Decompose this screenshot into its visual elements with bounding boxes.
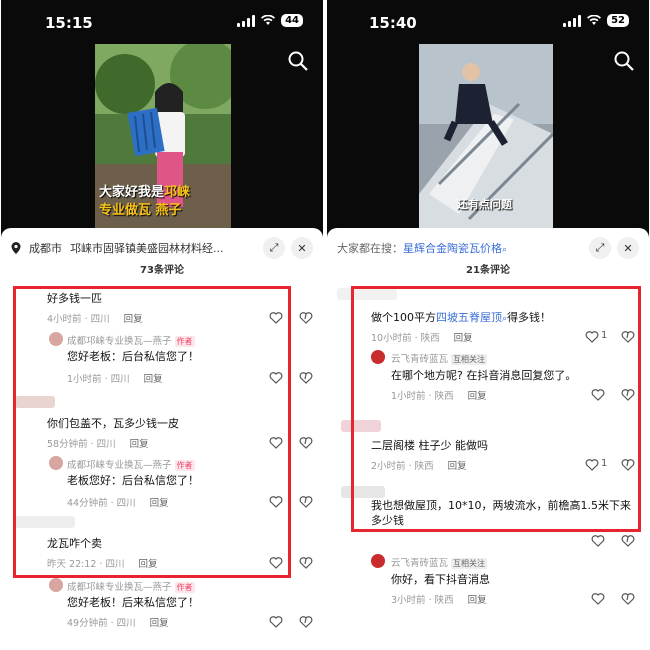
video-thumbnail[interactable]: 还有点问题 bbox=[419, 44, 553, 232]
reply-item: 成都邛崃专业换瓦—燕子 作者 您好老板！后来私信您了！ 49分钟前 · 四川 回复 bbox=[1, 574, 323, 630]
battery-icon: 52 bbox=[607, 14, 629, 27]
heart-icon[interactable] bbox=[269, 615, 283, 629]
location-city: 成都市 bbox=[29, 242, 62, 255]
avatar bbox=[371, 554, 385, 568]
expand-icon[interactable]: ⤢ bbox=[263, 237, 285, 259]
dislike-icon[interactable] bbox=[621, 592, 635, 606]
right-screenshot: 15:40 52 还有点问题 大家都在搜：星辉合金陶瓷瓦价格⌕ ⤢ ✕ 21条评… bbox=[327, 0, 649, 650]
location-pin-icon bbox=[11, 242, 21, 254]
dislike-icon[interactable] bbox=[621, 534, 635, 548]
reply-author: 成都邛崃专业换瓦—燕子 作者 bbox=[67, 582, 195, 593]
reply-button[interactable]: 回复 bbox=[468, 595, 487, 606]
dislike-icon[interactable] bbox=[299, 436, 313, 450]
location-detail: 邛崃市固驿镇美盛园林材料经... bbox=[70, 242, 224, 255]
comment-count: 73条评论 bbox=[140, 265, 184, 276]
author-tag: 作者 bbox=[174, 582, 195, 593]
dislike-icon[interactable] bbox=[299, 371, 313, 385]
battery-icon: 44 bbox=[281, 14, 303, 27]
dislike-icon[interactable] bbox=[299, 311, 313, 325]
expand-icon[interactable]: ⤢ bbox=[589, 237, 611, 259]
reply-text: 你好，看下抖音消息 bbox=[391, 573, 490, 586]
video-thumbnail[interactable]: 大家好我是邛崃 专业做瓦 燕子 bbox=[95, 44, 231, 232]
search-icon[interactable] bbox=[613, 50, 635, 72]
wifi-icon bbox=[261, 15, 276, 25]
search-suggestion: 大家都在搜：星辉合金陶瓷瓦价格⌕ bbox=[337, 242, 508, 255]
status-icons: 44 bbox=[237, 14, 303, 27]
reply-item: 云飞青砖蓝瓦 互相关注 你好，看下抖音消息 3小时前 · 陕西 回复 bbox=[327, 550, 649, 606]
close-icon[interactable]: ✕ bbox=[291, 237, 313, 259]
video-subtitle: 还有点问题 bbox=[457, 198, 512, 211]
status-icons: 52 bbox=[563, 14, 629, 27]
highlight-box bbox=[351, 286, 641, 532]
dislike-icon[interactable] bbox=[299, 615, 313, 629]
status-time: 15:15 bbox=[45, 14, 93, 32]
signal-icon bbox=[563, 14, 582, 27]
reply-button[interactable]: 回复 bbox=[150, 618, 169, 629]
reply-meta: 3小时前 · 陕西 回复 bbox=[391, 595, 487, 606]
close-icon[interactable]: ✕ bbox=[617, 237, 639, 259]
search-icon[interactable] bbox=[287, 50, 309, 72]
location-bar[interactable]: 成都市 邛崃市固驿镇美盛园林材料经... ⤢ ✕ bbox=[11, 236, 313, 260]
left-screenshot: 15:15 44 大家好我是邛崃 专业做瓦 燕子 成都市 邛崃市固驿镇美盛园林材… bbox=[1, 0, 323, 650]
reply-meta: 49分钟前 · 四川 回复 bbox=[67, 618, 169, 629]
search-suggestion-bar[interactable]: 大家都在搜：星辉合金陶瓷瓦价格⌕ ⤢ ✕ bbox=[337, 236, 639, 260]
avatar bbox=[49, 578, 63, 592]
heart-icon[interactable] bbox=[591, 534, 605, 548]
heart-icon[interactable] bbox=[591, 592, 605, 606]
highlight-box bbox=[13, 286, 291, 578]
mutual-follow-tag: 互相关注 bbox=[451, 558, 488, 569]
dislike-icon[interactable] bbox=[299, 556, 313, 570]
signal-icon bbox=[237, 14, 256, 27]
reply-author: 云飞青砖蓝瓦 互相关注 bbox=[391, 558, 488, 569]
video-subtitle: 大家好我是邛崃 专业做瓦 燕子 bbox=[99, 185, 191, 218]
status-time: 15:40 bbox=[369, 14, 417, 32]
reply-text: 您好老板！后来私信您了！ bbox=[67, 596, 199, 609]
dislike-icon[interactable] bbox=[299, 495, 313, 509]
wifi-icon bbox=[587, 15, 602, 25]
comment-count: 21条评论 bbox=[466, 265, 510, 276]
